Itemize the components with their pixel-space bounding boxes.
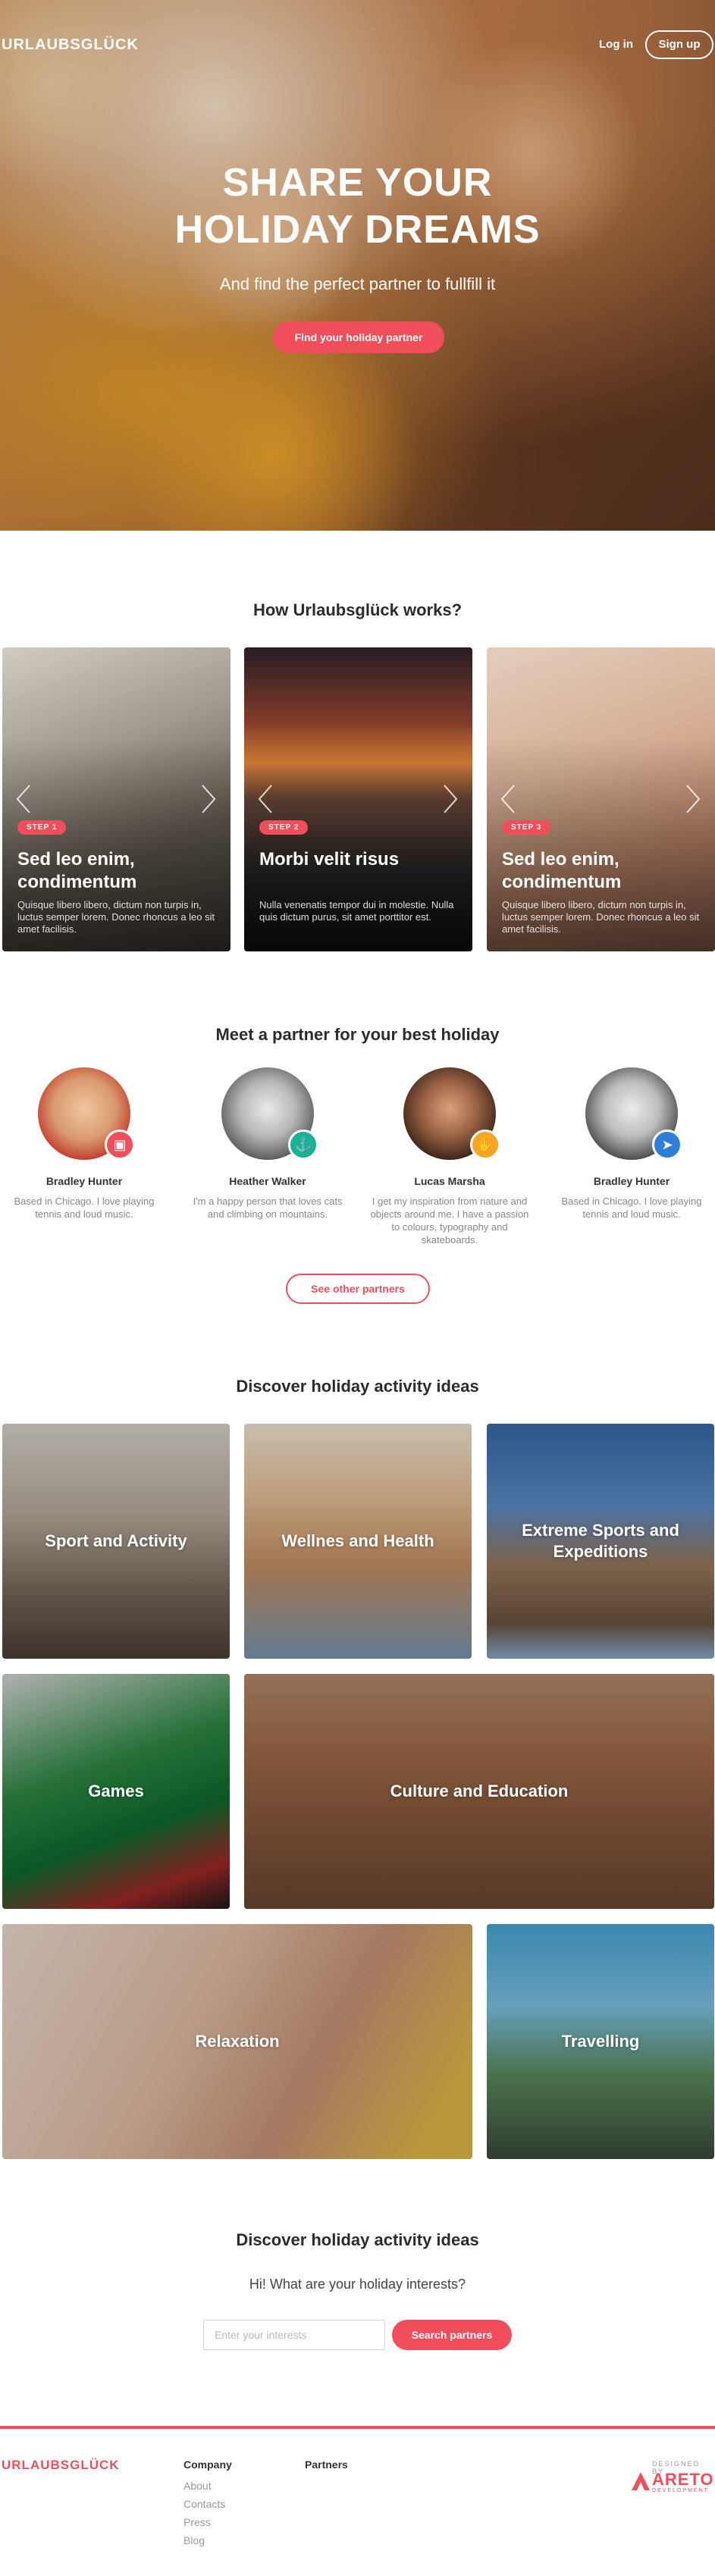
hero-title-line2: HOLIDAY DREAMS — [174, 208, 541, 252]
step-text: Quisque libero libero, dictum non turpis… — [502, 899, 700, 935]
areto-wordmark: ARETO — [652, 2470, 714, 2489]
step-badge: STEP 2 — [259, 820, 309, 835]
footer-link-blog[interactable]: Blog — [183, 2534, 205, 2546]
search-partners-button[interactable]: Search partners — [392, 2320, 512, 2350]
partner-card[interactable]: ⚓ Heather Walker I'm a happy person that… — [184, 1067, 351, 1221]
plane-icon: ➤ — [652, 1130, 682, 1160]
camera-icon: ▣ — [105, 1130, 135, 1160]
footer-company-title: Company — [183, 2458, 232, 2471]
top-nav: URLAUBSGLÜCK Log in Sign up — [0, 30, 715, 61]
hero-title: SHARE YOUR HOLIDAY DREAMS — [0, 159, 715, 253]
activity-tile-culture[interactable]: Culture and Education — [244, 1674, 714, 1909]
activity-label: Travelling — [561, 2032, 640, 2051]
chevron-left-icon[interactable] — [258, 784, 273, 814]
step-title: Sed leo enim, condimentum — [502, 849, 622, 892]
logo[interactable]: URLAUBSGLÜCK — [2, 36, 139, 54]
activity-tile-games[interactable]: Games — [2, 1674, 230, 1909]
find-partner-button[interactable]: Find your holiday partner — [273, 321, 444, 353]
hero-subtitle: And find the perfect partner to fullfill… — [219, 274, 496, 293]
partner-name: Lucas Marsha — [414, 1175, 485, 1187]
footer-link-contacts[interactable]: Contacts — [183, 2498, 225, 2510]
activity-label: Sport and Activity — [45, 1531, 187, 1550]
step-card[interactable]: STEP 2 Morbi velit risus Nulla venenatis… — [244, 647, 472, 951]
step-card[interactable]: STEP 1 Sed leo enim, condimentum Quisque… — [2, 647, 230, 951]
hero-section: URLAUBSGLÜCK Log in Sign up SHARE YOUR H… — [0, 0, 715, 531]
step-badge: STEP 1 — [17, 820, 67, 835]
partner-card[interactable]: ✋ Lucas Marsha I get my inspiration from… — [366, 1067, 533, 1246]
step-title: Morbi velit risus — [259, 849, 400, 870]
step-badge: STEP 3 — [502, 820, 551, 835]
partner-name: Bradley Hunter — [593, 1175, 670, 1187]
footer-link-press[interactable]: Press — [183, 2516, 211, 2528]
footer-divider — [0, 2426, 715, 2429]
step-text: Nulla venenatis tempor dui in molestie. … — [259, 899, 454, 923]
partner-description: Based in Chicago. I love playing tennis … — [561, 1196, 702, 1220]
chevron-left-icon[interactable] — [500, 784, 516, 814]
footer-link-about[interactable]: About — [183, 2480, 212, 2492]
partner-description: I'm a happy person that loves cats and c… — [193, 1196, 343, 1220]
activity-tile-relaxation[interactable]: Relaxation — [2, 1924, 472, 2159]
avatar[interactable]: ⚓ — [221, 1067, 318, 1160]
activity-tile-sport[interactable]: Sport and Activity — [2, 1424, 230, 1659]
activity-tile-extreme[interactable]: Extreme Sports and Expeditions — [487, 1424, 714, 1659]
boat-icon: ⚓ — [288, 1130, 318, 1160]
interests-title: Discover holiday activity ideas — [236, 2230, 479, 2249]
hand-icon: ✋ — [470, 1130, 500, 1160]
step-card[interactable]: STEP 3 Sed leo enim, condimentum Quisque… — [487, 647, 715, 951]
how-it-works-title: How Urlaubsglück works? — [252, 600, 463, 619]
partner-card[interactable]: ▣ Bradley Hunter Based in Chicago. I lov… — [1, 1067, 168, 1221]
footer-logo[interactable]: URLAUBSGLÜCK — [2, 2458, 120, 2473]
areto-mark-icon — [632, 2472, 650, 2490]
areto-subtitle: DEVELOPMENT — [652, 2488, 709, 2493]
see-other-partners-button[interactable]: See other partners — [286, 1274, 430, 1304]
avatar[interactable]: ▣ — [38, 1067, 135, 1160]
chevron-right-icon[interactable] — [443, 784, 458, 814]
activity-label: Games — [88, 1782, 144, 1800]
footer-partners-title[interactable]: Partners — [305, 2458, 348, 2471]
hero-title-line1: SHARE YOUR — [222, 161, 493, 205]
interests-input[interactable] — [203, 2320, 385, 2350]
step-title: Sed leo enim, condimentum — [17, 849, 137, 892]
chevron-right-icon[interactable] — [201, 784, 216, 814]
activity-label: Wellnes and Health — [281, 1531, 434, 1550]
partner-card[interactable]: ➤ Bradley Hunter Based in Chicago. I lov… — [548, 1067, 715, 1221]
activities-title: Discover holiday activity ideas — [236, 1377, 479, 1396]
interests-subtitle: Hi! What are your holiday interests? — [249, 2277, 466, 2292]
activity-tile-travelling[interactable]: Travelling — [487, 1924, 714, 2159]
chevron-left-icon[interactable] — [16, 784, 31, 814]
partner-description: Based in Chicago. I love playing tennis … — [14, 1196, 155, 1220]
avatar[interactable]: ➤ — [585, 1067, 682, 1160]
step-text: Quisque libero libero, dictum non turpis… — [17, 899, 215, 935]
activity-label: Culture and Education — [390, 1782, 569, 1800]
login-link[interactable]: Log in — [599, 38, 633, 51]
areto-logo[interactable]: ARETO DEVELOPMENT — [631, 2470, 714, 2494]
chevron-right-icon[interactable] — [685, 784, 701, 814]
activity-tile-wellness[interactable]: Wellnes and Health — [244, 1424, 472, 1659]
partners-title: Meet a partner for your best holiday — [215, 1025, 500, 1044]
activity-label: Relaxation — [195, 2032, 280, 2051]
partner-name: Heather Walker — [229, 1175, 306, 1187]
activity-label: Extreme Sports and Expeditions — [522, 1521, 679, 1561]
signup-button[interactable]: Sign up — [645, 30, 713, 59]
avatar[interactable]: ✋ — [403, 1067, 500, 1160]
partner-name: Bradley Hunter — [45, 1175, 123, 1187]
partner-description: I get my inspiration from nature and obj… — [370, 1196, 529, 1246]
